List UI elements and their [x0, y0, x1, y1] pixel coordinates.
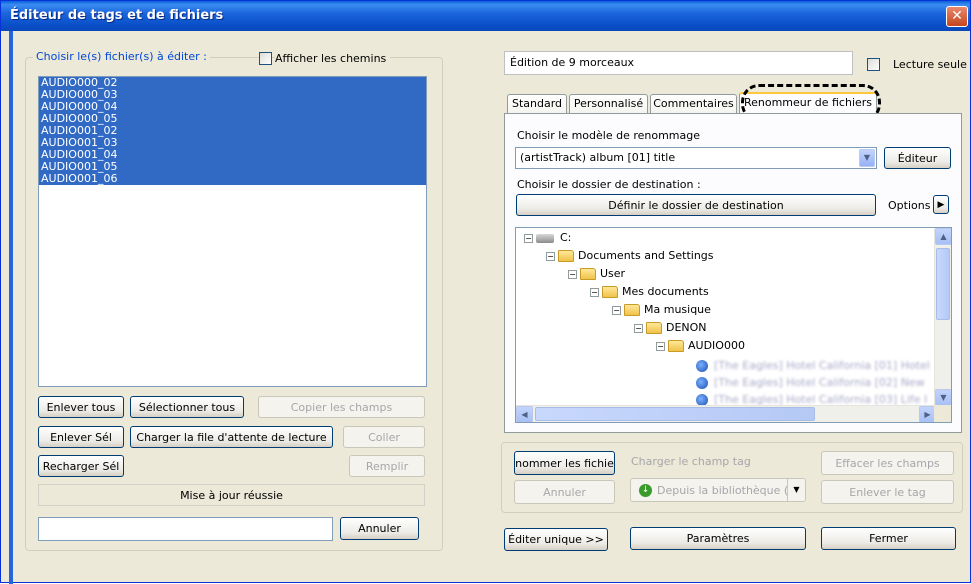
chevron-down-icon[interactable]: ▼ — [787, 479, 805, 501]
from-library-label: Depuis la bibliothèque ( — [657, 483, 789, 497]
file-selection-legend: Choisir le(s) fichier(s) à éditer : — [33, 50, 210, 63]
scroll-up-icon[interactable]: ▲ — [935, 228, 951, 245]
collapse-icon[interactable]: − — [546, 251, 555, 261]
close-icon[interactable]: ✕ — [946, 6, 968, 27]
remove-tag-button[interactable]: Enlever le tag — [821, 480, 954, 504]
tab-custom[interactable]: Personnalisé — [569, 94, 648, 114]
tag-editor-window: Éditeur de tags et de fichiers ✕ Choisir… — [0, 0, 971, 584]
tab-standard[interactable]: Standard — [507, 94, 567, 114]
tree-node-label: AUDIO000 — [688, 339, 745, 352]
chevron-down-icon[interactable]: ▼ — [859, 149, 875, 167]
list-item[interactable]: AUDIO001_06 — [39, 173, 426, 185]
options-label: Options — [888, 199, 931, 212]
from-library-button[interactable]: ↓ Depuis la bibliothèque ( ▼ — [630, 478, 806, 502]
tree-node-file[interactable]: [The Eagles] Hotel California [02] New — [696, 375, 925, 391]
options-arrow-icon[interactable]: ▶ — [933, 195, 949, 214]
show-paths-label: Afficher les chemins — [275, 52, 391, 65]
title-bar[interactable]: Éditeur de tags et de fichiers ✕ — [1, 1, 970, 31]
rename-model-select[interactable]: (artistTrack) album [01] title ▼ — [515, 147, 877, 169]
download-icon: ↓ — [639, 483, 652, 497]
editor-button[interactable]: Éditeur — [884, 147, 951, 169]
vertical-scrollbar[interactable]: ▲ ▼ — [934, 228, 951, 406]
scroll-thumb[interactable] — [936, 248, 950, 320]
load-play-queue-button[interactable]: Charger la file d'attente de lecture — [130, 426, 333, 448]
copy-fields-button[interactable]: Copier les champs — [258, 396, 425, 418]
scroll-left-icon[interactable]: ◀ — [516, 406, 533, 422]
folder-icon — [646, 322, 662, 334]
select-all-button[interactable]: Sélectionner tous — [130, 396, 244, 418]
tree-node-folder[interactable]: − Mes documents — [590, 284, 709, 300]
collapse-icon[interactable]: − — [590, 287, 599, 297]
rename-model-value: (artistTrack) album [01] title — [520, 151, 676, 164]
window-left-frame — [9, 31, 13, 584]
scroll-corner — [934, 405, 951, 422]
scroll-thumb[interactable] — [535, 407, 815, 421]
rename-cancel-button[interactable]: Annuler — [514, 480, 615, 504]
status-bar: Mise à jour réussie — [38, 484, 425, 506]
tree-node-folder[interactable]: − DENON — [634, 320, 707, 336]
collapse-icon[interactable]: − — [568, 269, 577, 279]
folder-icon — [602, 286, 618, 298]
tree-node-label: Ma musique — [644, 303, 711, 316]
tree-node-label: Documents and Settings — [578, 249, 714, 262]
audio-file-icon — [696, 360, 708, 372]
define-destination-button[interactable]: Définir le dossier de destination — [516, 194, 876, 216]
tab-comments[interactable]: Commentaires — [650, 94, 737, 114]
file-list[interactable]: AUDIO000_02 AUDIO000_03 AUDIO000_04 AUDI… — [38, 76, 427, 387]
drive-icon — [536, 233, 554, 243]
tree-node-label: DENON — [666, 321, 707, 334]
choose-destination-label: Choisir le dossier de destination : — [517, 178, 701, 191]
choose-model-label: Choisir le modèle de renommage — [517, 129, 700, 142]
rename-files-button[interactable]: nommer les fichie — [514, 451, 615, 475]
tree-node-folder[interactable]: − AUDIO000 — [656, 338, 745, 354]
folder-tree[interactable]: − C: − Documents and Settings − User − M… — [515, 227, 952, 423]
load-tag-field-label: Charger le champ tag — [631, 455, 751, 468]
tree-node-label: [The Eagles] Hotel California [02] New — [714, 376, 925, 389]
paste-button[interactable]: Coller — [343, 426, 425, 448]
settings-button[interactable]: Paramètres — [630, 527, 806, 550]
read-only-checkbox[interactable] — [867, 58, 880, 71]
tree-node-folder[interactable]: − User — [568, 266, 625, 282]
tree-node-drive[interactable]: − C: — [524, 230, 571, 246]
close-button[interactable]: Fermer — [821, 527, 956, 550]
folder-icon — [668, 340, 684, 352]
folder-icon — [558, 250, 574, 262]
search-input[interactable] — [38, 517, 333, 541]
remove-selected-button[interactable]: Enlever Sél — [38, 426, 124, 448]
reload-selected-button[interactable]: Recharger Sél — [38, 455, 124, 477]
tree-node-folder[interactable]: − Ma musique — [612, 302, 711, 318]
tree-node-file[interactable]: [The Eagles] Hotel California [01] Hotel — [696, 358, 930, 374]
collapse-icon[interactable]: − — [524, 233, 533, 243]
collapse-icon[interactable]: − — [634, 323, 643, 333]
read-only-label: Lecture seule — [893, 58, 967, 71]
scroll-down-icon[interactable]: ▼ — [935, 389, 951, 406]
tree-node-label: User — [600, 267, 626, 280]
collapse-icon[interactable]: − — [612, 305, 621, 315]
window-title: Éditeur de tags et de fichiers — [10, 8, 224, 23]
horizontal-scrollbar[interactable]: ◀ ▶ — [516, 405, 936, 422]
folder-icon — [624, 304, 640, 316]
remove-all-button[interactable]: Enlever tous — [38, 396, 124, 418]
edit-single-button[interactable]: Éditer unique >> — [504, 528, 608, 551]
tree-node-label: Mes documents — [622, 285, 709, 298]
clear-fields-button[interactable]: Effacer les champs — [821, 451, 954, 475]
tree-node-label: [The Eagles] Hotel California [01] Hotel — [714, 359, 930, 372]
left-cancel-button[interactable]: Annuler — [340, 517, 419, 540]
tree-node-folder[interactable]: − Documents and Settings — [546, 248, 714, 264]
edition-info-field: Édition de 9 morceaux — [504, 51, 853, 75]
show-paths-checkbox[interactable] — [259, 52, 272, 65]
audio-file-icon — [696, 377, 708, 389]
tree-node-label: C: — [560, 231, 572, 244]
collapse-icon[interactable]: − — [656, 341, 665, 351]
folder-icon — [580, 268, 596, 280]
fill-button[interactable]: Remplir — [349, 455, 425, 477]
